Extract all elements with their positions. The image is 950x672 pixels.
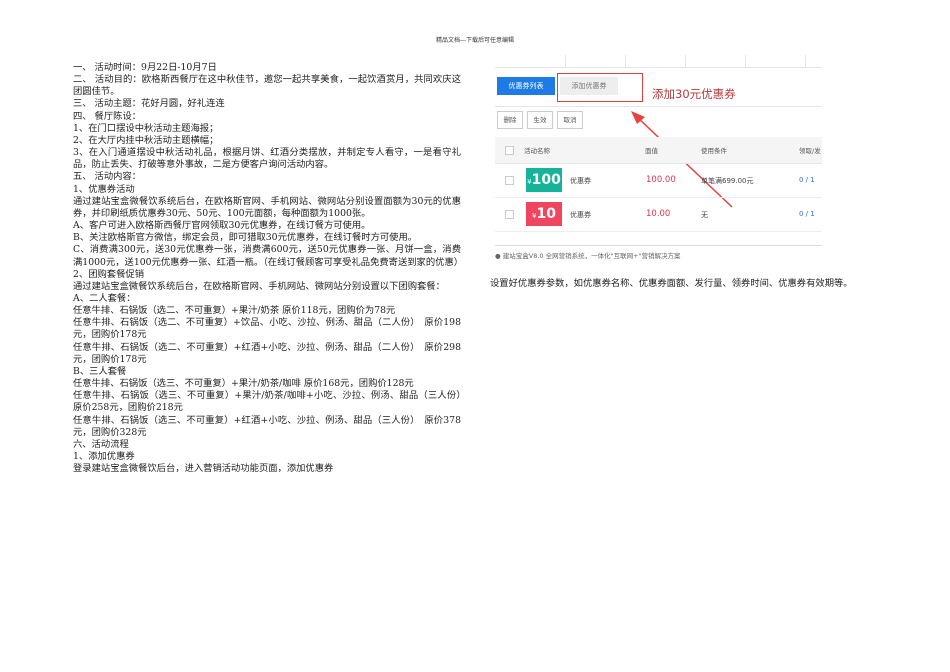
info-icon: ● [495,252,501,260]
paragraph: 通过建站宝盒微餐饮系统后台，在欧格斯官网、手机网站、微网站分别设置以下团购套餐： [73,280,445,292]
coupon-condition: 无 [701,211,708,219]
table-row: ¥10 优惠券 10.00 无 0 / 1 [495,198,822,232]
table-header: 活动名称 面值 使用条件 领取/发 [495,137,822,164]
col-value: 面值 [645,147,658,155]
coupon-name: 优惠券 [570,211,591,219]
cancel-button[interactable]: 取消 [557,111,583,129]
row-checkbox[interactable] [505,176,514,185]
coupon-value: 10.00 [646,209,671,219]
divider [495,106,822,107]
embedded-screenshot: 优惠券列表 添加优惠券 添加30元优惠券 删除 生效 取消 活动名称 面值 使用… [495,55,822,260]
paragraph: 任意牛排、石锅饭（选三、不可重复）+果汁/奶茶/咖啡+小吃、沙拉、例汤、甜品（三… [73,390,471,414]
page-header: 精品文档---下载后可任意编辑 [435,37,515,44]
col-name: 活动名称 [524,147,550,155]
table-row: ¥100 优惠券 100.00 单笔满699.00元 0 / 1 [495,164,822,198]
paragraph: 1、在门口摆设中秋活动主题海报； [73,122,219,134]
paragraph: 三、 活动主题：花好月圆，好礼连连 [73,98,225,110]
paragraph: C、消费满300元，送30元优惠券一张，消费满600元，送50元优惠券一张、月饼… [73,244,464,268]
paragraph: 1、优惠券活动 [73,183,135,195]
col-count: 领取/发 [799,147,821,155]
col-condition: 使用条件 [701,147,727,155]
body-text: 一、 活动时间：9月22日-10月7日 二、 活动目的：欧格斯西餐厅在这中秋佳节，… [73,62,471,475]
select-all-checkbox[interactable] [505,146,514,155]
paragraph: 1、添加优惠券 [73,451,135,462]
paragraph: 二、 活动目的：欧格斯西餐厅在这中秋佳节，邀您一起共享美食，一起饮酒赏月，共同欢… [73,74,461,98]
coupon-name: 优惠券 [570,177,591,185]
paragraph: 一、 活动时间：9月22日-10月7日 [73,62,217,73]
caption: 设置好优惠券参数，如优惠券名称、优惠券面额、发行量、领券时间、优惠券有效期等。 [490,278,853,289]
coupon-count: 0 / 1 [799,176,815,184]
paragraph: 四、 餐厅陈设： [73,110,142,122]
paragraph: 任意牛排、石锅饭（选二、不可重复）+果汁/奶茶 原价118元，团购价为78元 [73,305,396,317]
paragraph: 任意牛排、石锅饭（选二、不可重复）+饮品、小吃、沙拉、例汤、甜品（二人份） 原价… [73,317,461,341]
activate-button[interactable]: 生效 [527,111,553,129]
coupon-badge: ¥10 [526,202,562,226]
paragraph: 2、团购套餐促销 [73,268,144,280]
footer-note: ● 建站宝盒V8.0 全网营销系统，一体化"互联网+"营销解决方案 [495,245,822,260]
paragraph: 登录建站宝盒微餐饮后台，进入营销活动功能页面，添加优惠券 [73,463,334,475]
paragraph: 任意牛排、石锅饭（选二、不可重复）+红酒+小吃、沙拉、例汤、甜品（二人份） 原价… [73,341,461,365]
document-page: 精品文档---下载后可任意编辑 一、 活动时间：9月22日-10月7日 二、 活动… [0,0,950,672]
paragraph: 任意牛排、石锅饭（选三、不可重复）+果汁/奶茶/咖啡 原价168元，团购价128… [73,378,414,390]
coupon-value: 100.00 [646,175,676,185]
delete-button[interactable]: 删除 [497,111,523,129]
paragraph: 2、在大厅内挂中秋活动主题横幅； [73,134,219,146]
paragraph: B、三人套餐 [73,365,127,377]
coupon-badge: ¥100 [526,168,562,192]
paragraph: 任意牛排、石锅饭（选三、不可重复）+红酒+小吃、沙拉、例汤、甜品（三人份） 原价… [73,414,461,438]
paragraph: A、客户可进入欧格斯西餐厅官网领取30元优惠券，在线订餐方可使用。 [73,220,371,232]
row-checkbox[interactable] [505,210,514,219]
paragraph: 六、活动流程 [73,438,129,450]
paragraph: 通过建站宝盒微餐饮系统后台，在欧格斯官网、手机网站、微网站分别设置面额为30元的… [73,195,461,219]
coupon-count: 0 / 1 [799,210,815,218]
paragraph: 五、 活动内容： [73,171,142,183]
coupon-condition: 单笔满699.00元 [701,177,754,185]
footer-text: 建站宝盒V8.0 全网营销系统，一体化"互联网+"营销解决方案 [502,252,681,260]
paragraph: 3、在入门通道摆设中秋活动礼品，根据月饼、红酒分类摆放，并制定专人看守，一是看守… [73,147,461,171]
paragraph: A、二人套餐： [73,292,136,304]
paragraph: B、关注欧格斯官方微信，绑定会员，即可猎取30元优惠券，在线订餐时方可使用。 [73,232,418,244]
